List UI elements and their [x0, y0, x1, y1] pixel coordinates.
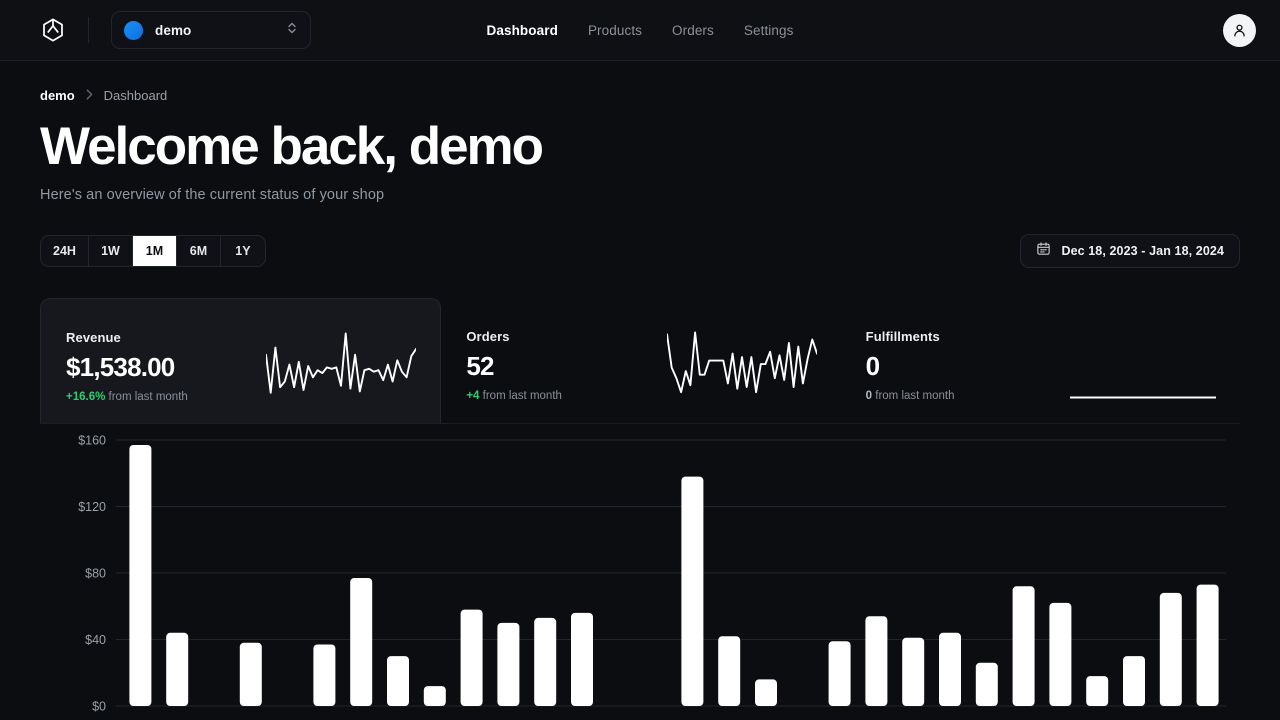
top-bar: demo Dashboard Products Orders Settings — [0, 0, 1280, 61]
stat-delta-fulfillments: 0 from last month — [866, 390, 955, 402]
chart-bar[interactable] — [718, 636, 741, 706]
nav-item-orders[interactable]: Orders — [672, 23, 714, 38]
stat-card-fulfillments[interactable]: Fulfillments 0 0 from last month — [841, 298, 1240, 423]
calendar-icon — [1036, 241, 1051, 261]
stat-delta-revenue: +16.6% from last month — [66, 391, 188, 403]
sparkline-orders — [665, 331, 818, 404]
org-switcher-label: demo — [155, 22, 192, 38]
nav-item-dashboard[interactable]: Dashboard — [487, 23, 558, 38]
chart-bar[interactable] — [423, 686, 446, 706]
stat-value-fulfillments: 0 — [865, 351, 880, 381]
chart-bar[interactable] — [129, 445, 152, 706]
page-subtitle: Here's an overview of the current status… — [40, 187, 385, 203]
cube-hexagon-logo-icon[interactable] — [40, 17, 66, 43]
revenue-bar-chart: $0 $40 $80 $120 $160 — [40, 424, 1240, 720]
org-switcher[interactable]: demo — [111, 11, 311, 49]
avatar[interactable] — [1223, 13, 1256, 47]
org-avatar-dot — [124, 20, 143, 40]
stat-card-orders[interactable]: Orders 52 +4 from last month — [441, 298, 840, 423]
date-range-picker[interactable]: Dec 18, 2023 - Jan 18, 2024 — [1020, 234, 1240, 268]
chart-bar[interactable] — [681, 476, 704, 706]
chart-bar[interactable] — [1196, 584, 1219, 706]
range-button-1w[interactable]: 1W — [89, 236, 133, 266]
page-content: demo Dashboard Welcome back, demo Here's… — [0, 88, 1280, 720]
chevron-up-down-icon — [286, 21, 298, 40]
y-axis-tick-label: $0 — [92, 700, 106, 714]
y-axis-tick-label: $160 — [78, 434, 106, 448]
chart-bar[interactable] — [939, 632, 961, 706]
chart-bar[interactable] — [828, 641, 851, 706]
chart-bar[interactable] — [460, 609, 483, 706]
nav-item-products[interactable]: Products — [588, 23, 642, 38]
breadcrumb-root[interactable]: demo — [40, 88, 75, 103]
range-button-1y[interactable]: 1Y — [221, 236, 265, 266]
chart-bar[interactable] — [975, 662, 998, 706]
breadcrumb: demo Dashboard — [40, 88, 1240, 103]
date-range-label: Dec 18, 2023 - Jan 18, 2024 — [1061, 244, 1224, 258]
chart-bar[interactable] — [865, 616, 888, 706]
range-button-6m[interactable]: 6M — [177, 236, 221, 266]
stat-label-orders: Orders — [466, 329, 510, 344]
stat-change-revenue: +16.6% — [66, 391, 106, 403]
chart-bar[interactable] — [902, 637, 925, 706]
stat-change-suffix-fulfillments: from last month — [875, 390, 955, 402]
range-button-1m[interactable]: 1M — [132, 236, 177, 266]
time-range-selector: 24H 1W 1M 6M 1Y — [40, 235, 266, 267]
main-nav: Dashboard Products Orders Settings — [487, 23, 794, 38]
bar-chart-svg[interactable]: $0 $40 $80 $120 $160 — [40, 424, 1240, 720]
chart-bar[interactable] — [1086, 676, 1109, 706]
chart-bar[interactable] — [1012, 586, 1035, 706]
chart-bar[interactable] — [534, 617, 557, 706]
chart-bar[interactable] — [387, 656, 409, 706]
stat-cards: Revenue $1,538.00 +16.6% from last month… — [40, 298, 1240, 424]
stat-card-revenue[interactable]: Revenue $1,538.00 +16.6% from last month — [40, 298, 442, 423]
stat-value-revenue: $1,538.00 — [66, 352, 175, 382]
chart-bar[interactable] — [350, 578, 373, 706]
stat-change-suffix-orders: from last month — [482, 390, 562, 402]
stat-label-fulfillments: Fulfillments — [865, 329, 940, 344]
nav-item-settings[interactable]: Settings — [744, 23, 794, 38]
header-divider — [88, 17, 89, 43]
sparkline-fulfillments — [1069, 331, 1217, 404]
chart-bar[interactable] — [1049, 602, 1072, 706]
chart-bar[interactable] — [313, 644, 336, 707]
chart-bar[interactable] — [1159, 592, 1182, 706]
sparkline-revenue — [265, 332, 418, 405]
range-button-24h[interactable]: 24H — [41, 236, 89, 266]
chart-bar[interactable] — [571, 612, 593, 706]
y-axis-tick-label: $120 — [78, 500, 106, 514]
chart-bar[interactable] — [1123, 656, 1145, 706]
chevron-right-icon — [86, 88, 93, 103]
chart-bar[interactable] — [497, 622, 520, 706]
controls-row: 24H 1W 1M 6M 1Y Dec 18, 2023 - Jan 18, 2… — [40, 234, 1240, 268]
chart-bar[interactable] — [755, 679, 777, 706]
user-icon — [1234, 24, 1245, 36]
stat-change-suffix-revenue: from last month — [108, 391, 188, 403]
chart-bar[interactable] — [239, 642, 262, 706]
stat-change-orders: +4 — [466, 390, 480, 402]
y-axis-tick-label: $40 — [85, 633, 106, 647]
chart-bar[interactable] — [166, 632, 189, 706]
stat-change-fulfillments: 0 — [865, 390, 873, 402]
stat-value-orders: 52 — [466, 351, 494, 381]
stat-delta-orders: +4 from last month — [466, 390, 562, 402]
stat-label-revenue: Revenue — [66, 330, 121, 345]
page-title: Welcome back, demo — [40, 117, 544, 176]
y-axis-tick-label: $80 — [85, 567, 106, 581]
breadcrumb-current: Dashboard — [103, 88, 168, 103]
